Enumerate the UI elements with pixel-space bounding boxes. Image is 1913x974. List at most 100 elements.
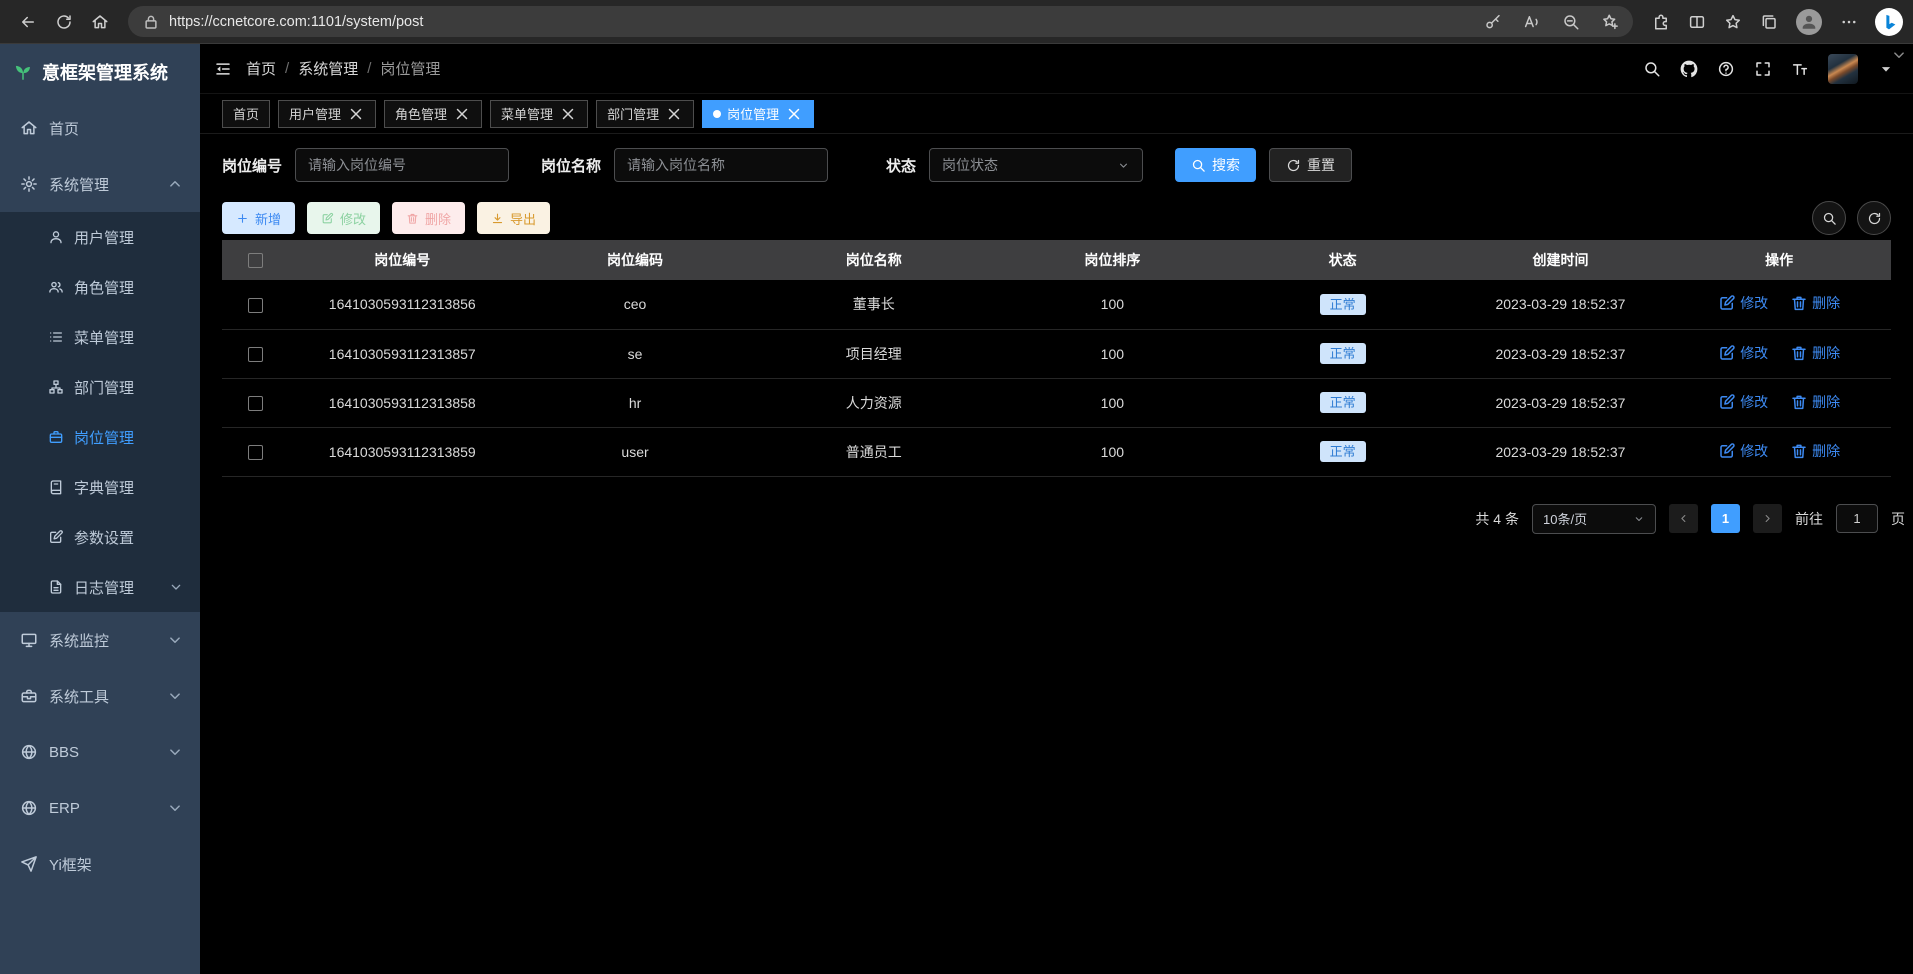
url-text[interactable]: https://ccnetcore.com:1101/system/post (169, 14, 423, 30)
row-checkbox[interactable] (248, 445, 263, 460)
page-size-select[interactable]: 10条/页 (1532, 504, 1656, 534)
tab-close-icon[interactable] (347, 105, 365, 123)
edit-button[interactable]: 修改 (307, 202, 380, 234)
breadcrumb-separator: / (367, 60, 371, 77)
browser-profile-avatar[interactable] (1796, 9, 1822, 35)
more-menu-icon[interactable] (1840, 13, 1858, 31)
tab-post-management[interactable]: 岗位管理 (702, 100, 814, 128)
tab-menu-management[interactable]: 菜单管理 (490, 100, 588, 128)
row-edit-link[interactable]: 修改 (1718, 392, 1768, 412)
sidebar-item-parameter-settings[interactable]: 参数设置 (0, 512, 200, 562)
font-size-icon[interactable] (1791, 60, 1809, 78)
sidebar-fold-icon[interactable] (214, 60, 232, 78)
split-screen-icon[interactable] (1688, 13, 1706, 31)
favorites-icon[interactable] (1724, 13, 1742, 31)
search-button[interactable]: 搜索 (1175, 148, 1256, 182)
extensions-icon[interactable] (1652, 13, 1670, 31)
sidebar-item-menu-management[interactable]: 菜单管理 (0, 312, 200, 362)
column-header-create-time: 创建时间 (1454, 240, 1668, 280)
table-row[interactable]: 1641030593112313856 ceo 董事长 100 正常 2023-… (222, 280, 1891, 329)
row-checkbox[interactable] (248, 396, 263, 411)
row-edit-link[interactable]: 修改 (1718, 441, 1768, 461)
export-button[interactable]: 导出 (477, 202, 550, 234)
table-row[interactable]: 1641030593112313858 hr 人力资源 100 正常 2023-… (222, 378, 1891, 427)
sidebar-item-role-management[interactable]: 角色管理 (0, 262, 200, 312)
select-all-checkbox[interactable] (248, 253, 263, 268)
tab-user-management[interactable]: 用户管理 (278, 100, 376, 128)
refresh-table-button[interactable] (1857, 201, 1891, 235)
sidebar-item-department-management[interactable]: 部门管理 (0, 362, 200, 412)
tab-department-management[interactable]: 部门管理 (596, 100, 694, 128)
tab-home[interactable]: 首页 (222, 100, 270, 128)
breadcrumb-item[interactable]: 首页 (246, 58, 276, 79)
users-icon (48, 279, 64, 295)
cell-post-code: user (516, 427, 755, 476)
table-tools (1812, 201, 1891, 235)
row-edit-link[interactable]: 修改 (1718, 293, 1768, 313)
sidebar-item-erp[interactable]: ERP (0, 780, 200, 836)
row-delete-link[interactable]: 删除 (1790, 441, 1840, 461)
row-delete-link[interactable]: 删除 (1790, 343, 1840, 363)
table-row[interactable]: 1641030593112313859 user 普通员工 100 正常 202… (222, 427, 1891, 476)
breadcrumb-item[interactable]: 系统管理 (298, 58, 358, 79)
sidebar-item-user-management[interactable]: 用户管理 (0, 212, 200, 262)
help-icon[interactable] (1717, 60, 1735, 78)
row-delete-link[interactable]: 删除 (1790, 392, 1840, 412)
sidebar-item-log-management[interactable]: 日志管理 (0, 562, 200, 612)
prev-page-button[interactable] (1669, 504, 1698, 533)
sidebar-item-home[interactable]: 首页 (0, 100, 200, 156)
post-code-input[interactable] (295, 148, 509, 182)
tab-close-icon[interactable] (665, 105, 683, 123)
search-icon[interactable] (1643, 60, 1661, 78)
sidebar-item-system-tools[interactable]: 系统工具 (0, 668, 200, 724)
table-header-row: 岗位编号 岗位编码 岗位名称 岗位排序 状态 创建时间 操作 (222, 240, 1891, 280)
sidebar-item-label: 角色管理 (74, 277, 134, 298)
github-icon[interactable] (1680, 60, 1698, 78)
chevron-up-icon (166, 175, 184, 193)
row-checkbox[interactable] (248, 298, 263, 313)
edit-icon (1718, 393, 1736, 411)
tab-close-icon[interactable] (559, 105, 577, 123)
tab-label: 菜单管理 (501, 104, 553, 123)
zoom-icon[interactable] (1562, 13, 1580, 31)
toggle-search-button[interactable] (1812, 201, 1846, 235)
chevron-down-icon (166, 631, 184, 649)
sidebar-item-system-management[interactable]: 系统管理 (0, 156, 200, 212)
goto-page-input[interactable] (1836, 504, 1878, 533)
status-select[interactable]: 岗位状态 (929, 148, 1143, 182)
bing-icon[interactable] (1875, 8, 1903, 36)
passwords-key-icon[interactable] (1484, 13, 1502, 31)
sidebar-item-yi-framework[interactable]: Yi框架 (0, 836, 200, 892)
sidebar-item-system-monitoring[interactable]: 系统监控 (0, 612, 200, 668)
back-button[interactable] (10, 6, 46, 38)
tab-role-management[interactable]: 角色管理 (384, 100, 482, 128)
fullscreen-icon[interactable] (1754, 60, 1772, 78)
add-button[interactable]: 新增 (222, 202, 295, 234)
user-avatar[interactable] (1828, 54, 1858, 84)
address-bar[interactable]: https://ccnetcore.com:1101/system/post (128, 6, 1633, 37)
sidebar-item-dictionary-management[interactable]: 字典管理 (0, 462, 200, 512)
sidebar-item-post-management[interactable]: 岗位管理 (0, 412, 200, 462)
row-checkbox[interactable] (248, 347, 263, 362)
home-button[interactable] (82, 6, 118, 38)
delete-button[interactable]: 删除 (392, 202, 465, 234)
table-row[interactable]: 1641030593112313857 se 项目经理 100 正常 2023-… (222, 329, 1891, 378)
row-delete-link[interactable]: 删除 (1790, 293, 1840, 313)
tab-close-icon[interactable] (785, 105, 803, 123)
row-edit-link[interactable]: 修改 (1718, 343, 1768, 363)
post-name-input[interactable] (614, 148, 828, 182)
sidebar-item-bbs[interactable]: BBS (0, 724, 200, 780)
tab-close-icon[interactable] (453, 105, 471, 123)
page-number-button[interactable]: 1 (1711, 504, 1740, 533)
next-page-button[interactable] (1753, 504, 1782, 533)
breadcrumb: 首页 / 系统管理 / 岗位管理 (246, 58, 440, 79)
refresh-button[interactable] (46, 6, 82, 38)
edge-sidebar-collapse-icon[interactable] (1890, 46, 1908, 64)
column-header-post-code: 岗位编码 (516, 240, 755, 280)
add-favorite-icon[interactable] (1601, 13, 1619, 31)
reset-button[interactable]: 重置 (1269, 148, 1352, 182)
sidebar-item-label: 参数设置 (74, 527, 134, 548)
table-toolbar: 新增 修改 删除 导出 (200, 196, 1913, 240)
collections-icon[interactable] (1760, 13, 1778, 31)
read-aloud-icon[interactable] (1523, 13, 1541, 31)
